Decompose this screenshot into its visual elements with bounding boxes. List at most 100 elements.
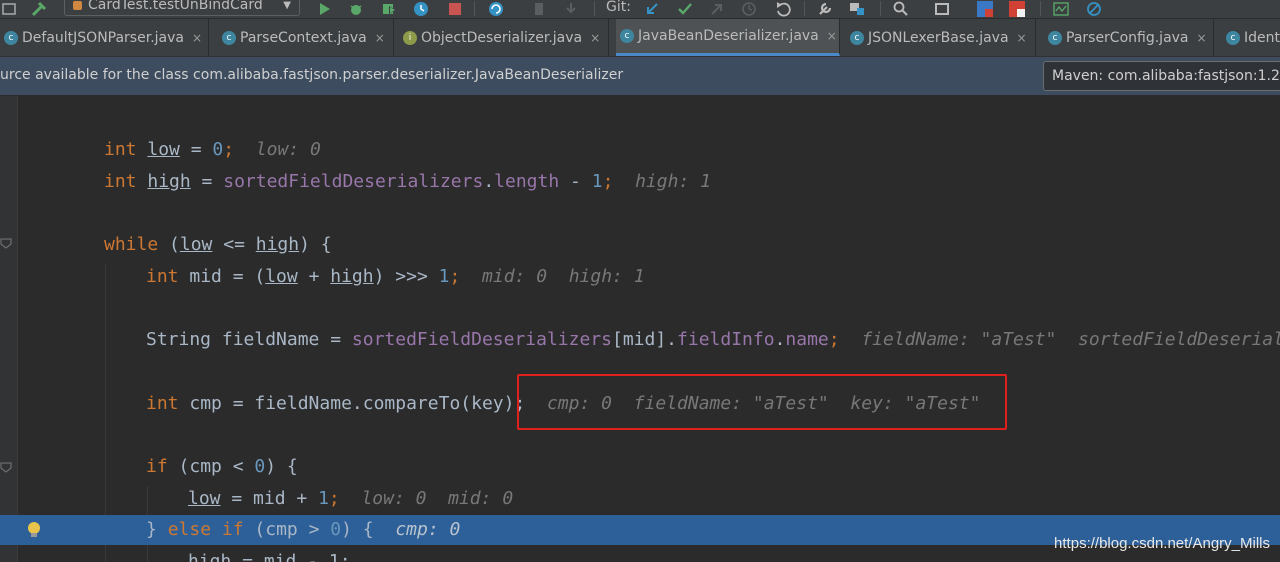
settings-icon[interactable] <box>815 0 835 18</box>
variable: high <box>147 171 191 192</box>
run-configuration-select[interactable]: CardTest.testUnBindCard ▼ <box>64 0 300 16</box>
activity-monitor-icon[interactable] <box>1051 0 1071 18</box>
debug-inline-value: low: 0 mid: 0 <box>361 488 514 509</box>
code-text: } <box>146 519 168 540</box>
tab-label: ObjectDeserializer.java <box>421 29 583 46</box>
tab-ident[interactable]: c Ident <box>1222 19 1280 56</box>
semicolon: ; <box>449 266 461 287</box>
field-reference: name <box>785 329 829 350</box>
git-label: Git: <box>606 0 631 15</box>
debug-icon[interactable] <box>347 0 365 18</box>
translate-icon[interactable] <box>975 0 995 18</box>
tab-label: ParserConfig.java <box>1066 29 1189 46</box>
download-icon[interactable] <box>562 0 580 18</box>
tab-jsonlexerbase[interactable]: c JSONLexerBase.java × <box>846 19 1036 56</box>
field-reference: sortedFieldDeserializers <box>223 171 484 192</box>
field-reference: fieldInfo <box>677 329 775 350</box>
tool-icon[interactable] <box>530 0 548 18</box>
keyword: int <box>104 139 137 160</box>
profile-icon[interactable] <box>412 0 430 18</box>
class-file-icon: c <box>4 30 18 45</box>
editor-tabs: c DefaultJSONParser.java × c ParseContex… <box>0 19 1280 57</box>
close-icon[interactable]: × <box>827 29 837 43</box>
git-push-icon[interactable] <box>707 0 725 18</box>
number-literal: 1 <box>591 171 603 192</box>
operator: . <box>483 171 495 192</box>
semicolon: ; <box>828 329 840 350</box>
update-icon[interactable] <box>486 0 506 18</box>
notice-text: urce available for the class com.alibaba… <box>0 67 624 83</box>
tab-defaultjsonparser[interactable]: c DefaultJSONParser.java × <box>0 19 209 56</box>
git-fetch-icon[interactable] <box>643 0 661 18</box>
debug-inline-value: low: 0 <box>255 139 321 160</box>
variable: low <box>147 139 180 160</box>
frame-icon[interactable] <box>0 0 18 18</box>
code-editor[interactable]: int low = 0; low: 0 int high = sortedFie… <box>0 96 1280 562</box>
keyword: else <box>167 519 212 540</box>
history-icon[interactable] <box>740 0 758 18</box>
code-text: (cmp < <box>167 456 255 477</box>
code-text: cmp = fieldName.compareTo(key); <box>178 393 526 414</box>
build-icon[interactable] <box>30 0 50 18</box>
number-literal: 1 <box>318 488 329 509</box>
variable: low <box>265 266 298 287</box>
toolbar-separator <box>1040 1 1041 16</box>
number-literal: 0 <box>212 139 224 160</box>
code-text: high = mid - 1; <box>188 551 351 562</box>
keyword: while <box>104 234 159 255</box>
operator: ) { <box>299 234 332 255</box>
decompiled-source-notice: urce available for the class com.alibaba… <box>0 57 1280 95</box>
code-line: int low = 0; low: 0 <box>0 135 1280 165</box>
code-line: String fieldName = sortedFieldDeserializ… <box>0 325 1280 355</box>
terminal-icon[interactable] <box>932 0 952 18</box>
close-icon[interactable]: × <box>1017 31 1027 45</box>
debug-inline-value: fieldName: "aTest" sortedFieldDeserializ <box>861 329 1280 350</box>
code-line: low = mid + 1; low: 0 mid: 0 <box>0 484 1280 514</box>
operator: = <box>190 171 224 192</box>
lightbulb-icon[interactable] <box>27 521 41 539</box>
close-icon[interactable]: × <box>590 31 600 45</box>
plugin-icon[interactable] <box>1007 0 1027 18</box>
code-text: ) { <box>265 456 298 477</box>
variable: low <box>179 234 213 255</box>
close-icon[interactable]: × <box>192 31 202 45</box>
tab-label: ParseContext.java <box>240 29 367 46</box>
variable: high <box>255 234 300 255</box>
code-text: = mid + <box>220 488 319 509</box>
tab-javabeandeserializer[interactable]: c JavaBeanDeserializer.java × <box>616 19 840 56</box>
project-structure-icon[interactable] <box>847 0 867 18</box>
highlight-annotation-box <box>517 374 1007 430</box>
search-icon[interactable] <box>891 0 911 18</box>
toolbar-separator <box>594 1 595 16</box>
run-icon[interactable] <box>316 0 334 18</box>
operator: <= <box>212 234 256 255</box>
tab-objectdeserializer[interactable]: i ObjectDeserializer.java × <box>399 19 609 56</box>
watermark: https://blog.csdn.net/Angry_Mills <box>1054 535 1270 552</box>
rollback-icon[interactable] <box>773 0 793 18</box>
tab-label: JSONLexerBase.java <box>868 29 1009 46</box>
tab-label: Ident <box>1244 29 1280 46</box>
close-icon[interactable]: × <box>1197 31 1207 45</box>
class-file-icon: c <box>222 30 236 45</box>
code-line: int mid = (low + high) >>> 1; mid: 0 hig… <box>0 262 1280 292</box>
debug-inline-value: cmp: 0 <box>395 519 461 540</box>
class-file-icon: c <box>620 29 634 43</box>
operator: = <box>179 139 213 160</box>
tab-parserconfig[interactable]: c ParserConfig.java × <box>1044 19 1214 56</box>
stop-icon[interactable] <box>446 0 464 18</box>
class-file-icon: c <box>1226 30 1240 45</box>
number-literal: 0 <box>330 519 342 540</box>
coverage-icon[interactable] <box>380 0 398 18</box>
power-save-icon[interactable] <box>1084 0 1104 18</box>
code-text: String fieldName = <box>146 329 352 350</box>
close-icon[interactable]: × <box>375 31 385 45</box>
tab-parsecontext[interactable]: c ParseContext.java × <box>218 19 394 56</box>
operator: . <box>774 329 786 350</box>
chevron-down-icon: ▼ <box>283 0 291 11</box>
keyword: int <box>104 171 137 192</box>
git-commit-icon[interactable] <box>676 0 694 18</box>
maven-source-button[interactable]: Maven: com.alibaba:fastjson:1.2. <box>1043 61 1280 91</box>
code-line: int high = sortedFieldDeserializers.leng… <box>0 167 1280 197</box>
code-text: [mid]. <box>612 329 678 350</box>
